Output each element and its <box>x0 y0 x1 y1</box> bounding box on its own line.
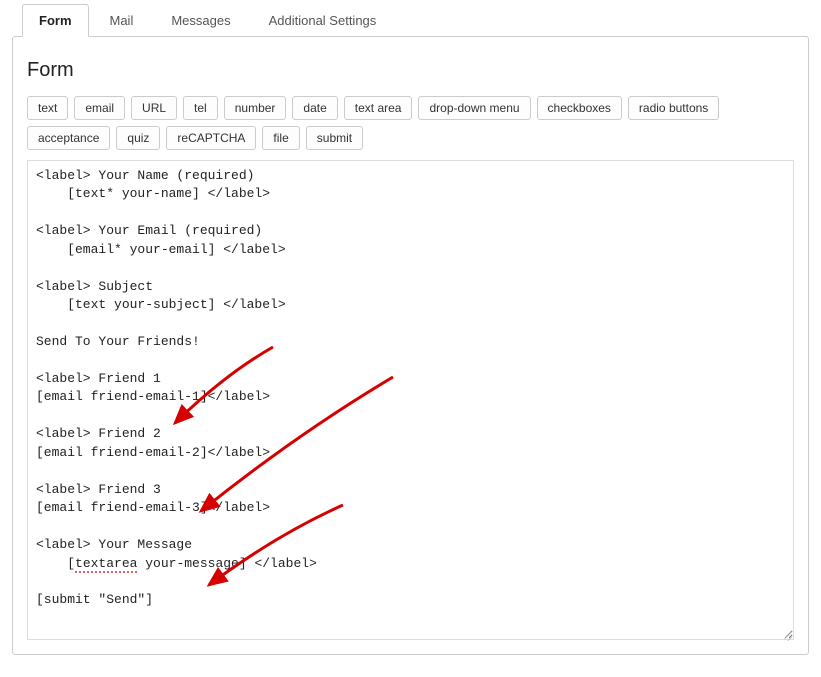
tag-button-submit[interactable]: submit <box>306 126 363 150</box>
tag-button-quiz[interactable]: quiz <box>116 126 160 150</box>
form-panel: Form textemailURLtelnumberdate text aread… <box>12 36 809 655</box>
tab-bar: FormMailMessagesAdditional Settings <box>22 4 809 36</box>
tag-button-checkboxes[interactable]: checkboxes <box>537 96 622 120</box>
tab-form[interactable]: Form <box>22 4 89 37</box>
tag-button-tel[interactable]: tel <box>183 96 218 120</box>
tab-mail[interactable]: Mail <box>93 4 151 36</box>
tag-button-date[interactable]: date <box>292 96 337 120</box>
form-template-editor[interactable]: <label> Your Name (required) [text* your… <box>27 160 794 640</box>
tag-button-recaptcha[interactable]: reCAPTCHA <box>166 126 256 150</box>
tag-button-file[interactable]: file <box>262 126 299 150</box>
tag-button-number[interactable]: number <box>224 96 287 120</box>
tag-button-text[interactable]: text <box>27 96 68 120</box>
tag-button-email[interactable]: email <box>74 96 125 120</box>
tab-messages[interactable]: Messages <box>154 4 247 36</box>
tag-button-url[interactable]: URL <box>131 96 177 120</box>
tag-button-acceptance[interactable]: acceptance <box>27 126 110 150</box>
tag-button-text-area[interactable]: text area <box>344 96 413 120</box>
tag-button-radio-buttons[interactable]: radio buttons <box>628 96 719 120</box>
tag-button-row: textemailURLtelnumberdate text areadrop-d… <box>27 96 794 150</box>
panel-heading: Form <box>27 59 794 82</box>
tab-additional-settings[interactable]: Additional Settings <box>252 4 394 36</box>
tag-button-drop-down-menu[interactable]: drop-down menu <box>418 96 530 120</box>
